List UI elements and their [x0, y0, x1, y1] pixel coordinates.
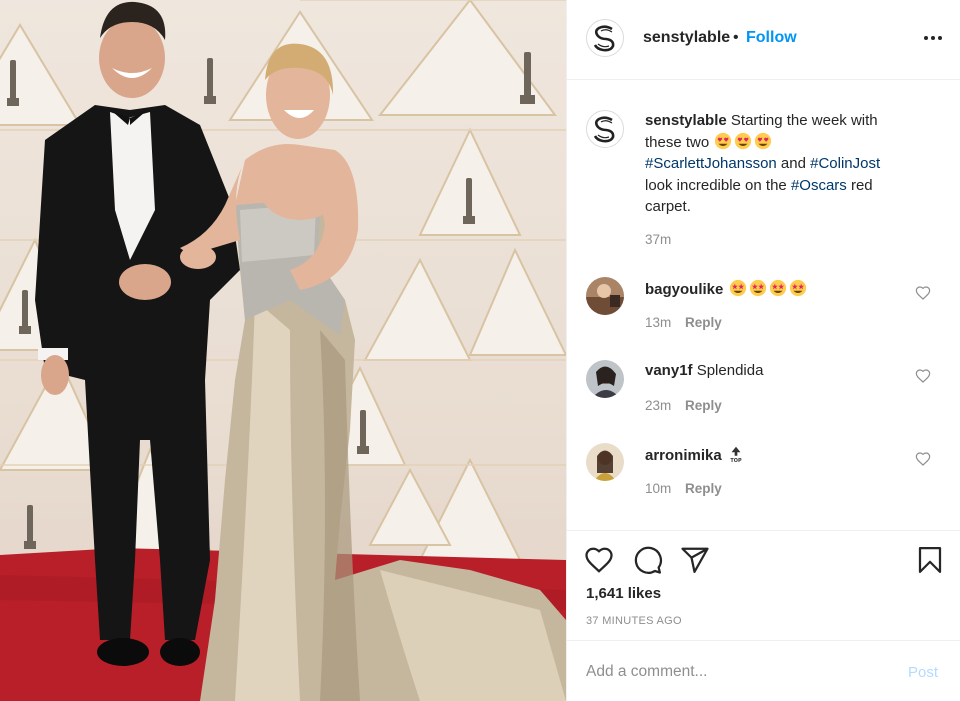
caption-line-2: these two: [645, 133, 710, 151]
heart-eyes-emoji-icon: [715, 132, 732, 149]
hashtag-link[interactable]: #ScarlettJohansson: [645, 155, 777, 172]
svg-text:TOP: TOP: [730, 458, 742, 463]
add-comment-bar: Post: [567, 640, 960, 701]
comment-item: bagyoulike 13m Reply: [567, 277, 960, 357]
caption-text: senstylable Starting the week with these…: [645, 110, 935, 218]
comment-meta: 13m Reply: [645, 315, 722, 330]
caption-line-1: Starting the week with: [730, 112, 878, 129]
like-heart-icon[interactable]: [584, 545, 614, 575]
star-struck-emoji-icon: [769, 279, 786, 297]
comment-username: arronimika TOP: [645, 445, 746, 464]
comment-input[interactable]: [586, 659, 886, 685]
commenter-avatar[interactable]: [586, 360, 624, 398]
red-carpet-photo: [0, 0, 566, 701]
likes-count[interactable]: 1,641 likes: [586, 585, 661, 602]
caption-avatar[interactable]: [586, 110, 624, 148]
post-header: senstylable • Follow: [567, 0, 960, 80]
save-bookmark-icon[interactable]: [915, 545, 945, 575]
comment-username: vany1f Splendida: [645, 362, 763, 379]
post-sidebar: senstylable • Follow senstylable Startin…: [566, 0, 960, 701]
comment-username-link[interactable]: vany1f: [645, 362, 693, 379]
comment-bubble-icon[interactable]: [633, 545, 663, 575]
comment-item: vany1f Splendida 23m Reply: [567, 360, 960, 440]
comment-username-link[interactable]: arronimika: [645, 447, 722, 464]
like-comment-heart-icon[interactable]: [915, 285, 931, 301]
comment-time: 23m: [645, 398, 672, 413]
caption-red: red: [850, 176, 873, 194]
heart-eyes-emoji-icon: [755, 132, 772, 149]
heart-eyes-emoji-icon: [735, 132, 752, 149]
star-struck-emoji-icon: [729, 279, 746, 297]
caption-line-4: look incredible on the: [645, 176, 787, 194]
post-photo[interactable]: [0, 0, 566, 701]
comment-time: 13m: [645, 315, 672, 330]
star-struck-emoji-icon: [749, 279, 766, 297]
hashtag-link[interactable]: #ColinJost: [810, 155, 880, 172]
comment-meta: 23m Reply: [645, 398, 722, 413]
follow-button[interactable]: Follow: [746, 29, 797, 47]
like-comment-heart-icon[interactable]: [915, 451, 931, 467]
avatar-photo: [586, 360, 624, 398]
separator-dot: •: [733, 29, 739, 46]
senstylable-logo-icon: [593, 116, 615, 143]
caption-username[interactable]: senstylable: [645, 112, 727, 129]
comment-text: Splendida: [696, 362, 764, 379]
post-comment-button[interactable]: Post: [908, 664, 938, 681]
comment-username-link[interactable]: bagyoulike: [645, 281, 723, 298]
post-timestamp: 37 MINUTES AGO: [586, 615, 682, 627]
more-horizontal-icon[interactable]: [921, 28, 945, 48]
avatar-photo: [586, 277, 624, 315]
post-username[interactable]: senstylable: [643, 29, 730, 47]
commenter-avatar[interactable]: [586, 443, 624, 481]
caption-line-5: carpet.: [645, 198, 691, 215]
senstylable-logo-icon: [593, 25, 615, 52]
comment-emojis: TOP: [726, 446, 746, 464]
caption-time: 37m: [645, 232, 672, 247]
reply-button[interactable]: Reply: [685, 481, 722, 496]
reply-button[interactable]: Reply: [685, 398, 722, 413]
reply-button[interactable]: Reply: [685, 315, 722, 330]
comment-time: 10m: [645, 481, 672, 496]
post-actions: 1,641 likes 37 MINUTES AGO: [567, 530, 960, 640]
top-arrow-emoji-icon: TOP: [730, 446, 742, 463]
avatar-photo: [586, 443, 624, 481]
share-send-icon[interactable]: [680, 545, 710, 575]
profile-avatar[interactable]: [586, 19, 624, 57]
hashtag-link[interactable]: #Oscars: [791, 177, 847, 194]
comment-item: arronimika TOP 10m Reply: [567, 443, 960, 523]
like-comment-heart-icon[interactable]: [915, 368, 931, 384]
comment-username: bagyoulike: [645, 279, 808, 298]
comment-emojis: [728, 279, 808, 298]
star-struck-emoji-icon: [789, 279, 806, 297]
caption-and: and: [780, 155, 806, 172]
comment-meta: 10m Reply: [645, 481, 722, 496]
commenter-avatar[interactable]: [586, 277, 624, 315]
